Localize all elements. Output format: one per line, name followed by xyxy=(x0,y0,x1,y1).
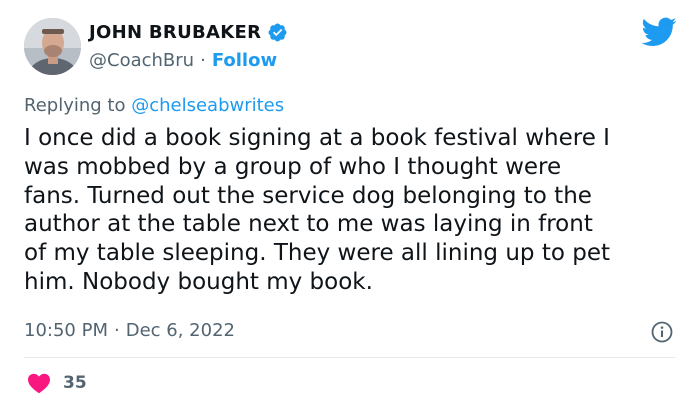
author-handle[interactable]: @CoachBru xyxy=(89,50,194,71)
like-action[interactable]: 35 xyxy=(27,372,87,394)
replying-to-prefix: Replying to xyxy=(24,95,132,116)
author-handle-row: @CoachBru · Follow xyxy=(89,50,277,71)
divider xyxy=(24,357,676,358)
avatar-photo xyxy=(24,18,81,75)
tweet-date[interactable]: Dec 6, 2022 xyxy=(126,320,235,341)
replying-to-line: Replying to @chelseabwrites xyxy=(24,95,284,116)
avatar[interactable] xyxy=(24,18,81,75)
tweet-time[interactable]: 10:50 PM xyxy=(24,320,108,341)
follow-button[interactable]: Follow xyxy=(212,50,277,71)
timestamp-separator: · xyxy=(113,320,120,341)
verified-badge-icon xyxy=(268,23,287,42)
tweet-card: JOHN BRUBAKER @CoachBru · Follow Replyin… xyxy=(0,0,700,410)
like-count: 35 xyxy=(63,373,87,393)
twitter-bird-icon[interactable] xyxy=(642,17,677,47)
heart-icon[interactable] xyxy=(27,372,51,394)
reply-mention-link[interactable]: @chelseabwrites xyxy=(131,95,284,116)
tweet-text: I once did a book signing at a book fest… xyxy=(24,125,610,295)
handle-separator: · xyxy=(200,50,206,71)
tweet-timestamp: 10:50 PM · Dec 6, 2022 xyxy=(24,320,235,341)
info-icon[interactable] xyxy=(651,321,673,343)
author-name[interactable]: JOHN BRUBAKER xyxy=(89,22,261,43)
author-name-row: JOHN BRUBAKER xyxy=(89,22,288,43)
